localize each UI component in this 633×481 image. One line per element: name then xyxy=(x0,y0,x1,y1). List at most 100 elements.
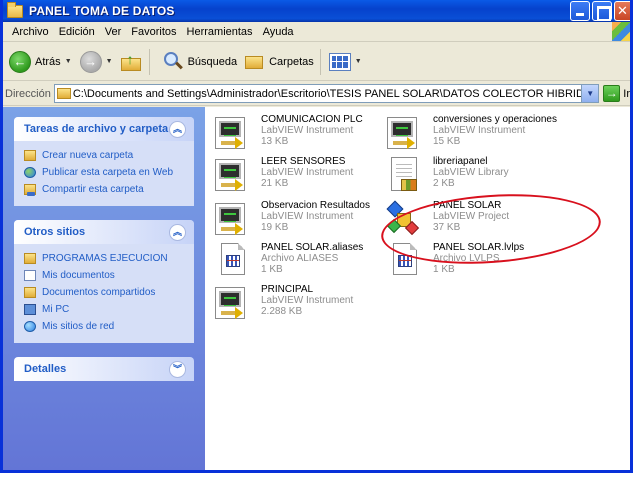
folder-icon xyxy=(24,252,36,264)
labview-library-icon xyxy=(385,155,425,195)
menu-favoritos[interactable]: Favoritos xyxy=(126,26,181,38)
place-documentos-compartidos[interactable]: Documentos compartidos xyxy=(24,284,184,300)
up-arrow-icon: ↑ xyxy=(126,50,134,67)
file-item[interactable]: libreriapanel LabVIEW Library 2 KB xyxy=(385,155,565,199)
views-button[interactable]: ▼ xyxy=(327,52,362,71)
window-title: PANEL TOMA DE DATOS xyxy=(29,4,175,18)
other-places-panel: Otros sitios ︽ PROGRAMAS EJECUCION Mis d… xyxy=(14,220,194,343)
file-name: PANEL SOLAR.aliases xyxy=(261,242,364,253)
file-type: LabVIEW Library xyxy=(433,167,509,178)
address-bar: Dirección C:\Documents and Settings\Admi… xyxy=(3,82,630,106)
search-label: Búsqueda xyxy=(187,55,238,68)
share-folder-link[interactable]: Compartir esta carpeta xyxy=(24,181,184,197)
generic-document-icon xyxy=(213,241,253,281)
place-label: Mis documentos xyxy=(42,269,115,281)
toolbar-separator xyxy=(319,48,321,75)
title-bar[interactable]: PANEL TOMA DE DATOS xyxy=(3,0,630,22)
file-size: 21 KB xyxy=(261,178,289,189)
details-title: Detalles xyxy=(24,363,67,375)
place-mis-sitios-de-red[interactable]: Mis sitios de red xyxy=(24,318,184,334)
labview-vi-icon xyxy=(385,113,425,153)
close-button[interactable] xyxy=(614,1,630,21)
labview-vi-icon xyxy=(213,155,253,195)
share-folder-icon xyxy=(24,183,36,196)
maximize-button[interactable] xyxy=(592,1,612,21)
publish-web-link[interactable]: Publicar esta carpeta en Web xyxy=(24,164,184,180)
file-tasks-panel: Tareas de archivo y carpeta ︽ Crear nuev… xyxy=(14,117,194,206)
folder-icon xyxy=(7,1,23,18)
toolbar: ← Atrás ▼ → ▼ ↑ Búsqueda Carpetas ▼ xyxy=(3,43,630,81)
file-type: Archivo ALIASES xyxy=(261,253,339,264)
new-folder-icon xyxy=(24,149,36,161)
details-panel: Detalles ︾ xyxy=(14,357,194,381)
up-folder-button[interactable]: ↑ xyxy=(120,50,143,72)
file-size: 19 KB xyxy=(261,222,289,233)
content-area: Tareas de archivo y carpeta ︽ Crear nuev… xyxy=(3,107,630,470)
file-type: LabVIEW Instrument xyxy=(433,125,526,136)
forward-dropdown-icon[interactable]: ▼ xyxy=(106,58,113,65)
file-item[interactable]: PRINCIPAL LabVIEW Instrument 2.288 KB xyxy=(213,283,393,327)
place-label: Documentos compartidos xyxy=(42,286,156,298)
collapse-chevron-icon[interactable]: ︽ xyxy=(169,120,186,138)
other-places-header[interactable]: Otros sitios ︽ xyxy=(14,220,194,244)
network-places-icon xyxy=(24,320,36,332)
file-name: PRINCIPAL xyxy=(261,284,314,295)
windows-logo-icon xyxy=(612,22,630,41)
file-size: 13 KB xyxy=(261,136,289,147)
details-header[interactable]: Detalles ︾ xyxy=(14,357,194,381)
address-field[interactable]: C:\Documents and Settings\Administrador\… xyxy=(53,84,600,103)
place-label: Mi PC xyxy=(42,303,70,315)
search-icon xyxy=(162,51,184,73)
file-name: Observacion Resultados xyxy=(261,200,370,211)
file-type: LabVIEW Instrument xyxy=(261,295,354,306)
minimize-button[interactable] xyxy=(570,1,590,21)
folders-label: Carpetas xyxy=(269,55,314,68)
toolbar-separator xyxy=(148,48,150,75)
place-label: PROGRAMAS EJECUCION xyxy=(42,252,168,264)
back-dropdown-icon[interactable]: ▼ xyxy=(65,58,72,65)
views-dropdown-icon: ▼ xyxy=(354,58,362,65)
forward-arrow-icon: → xyxy=(79,50,102,73)
expand-chevron-icon[interactable]: ︾ xyxy=(169,360,186,378)
file-type: LabVIEW Instrument xyxy=(261,211,354,222)
file-item[interactable]: conversiones y operaciones LabVIEW Instr… xyxy=(385,113,565,157)
file-tasks-body: Crear nueva carpeta Publicar esta carpet… xyxy=(14,141,194,206)
menu-edicion[interactable]: Edición xyxy=(54,26,100,38)
labview-vi-icon xyxy=(213,199,253,239)
menu-archivo[interactable]: Archivo xyxy=(7,26,54,38)
new-folder-link[interactable]: Crear nueva carpeta xyxy=(24,147,184,163)
file-item[interactable]: PANEL SOLAR.aliases Archivo ALIASES 1 KB xyxy=(213,241,393,285)
file-name: COMUNICACION PLC xyxy=(261,114,363,125)
file-item[interactable]: COMUNICACION PLC LabVIEW Instrument 13 K… xyxy=(213,113,393,157)
file-type: LabVIEW Instrument xyxy=(261,167,354,178)
search-button[interactable]: Búsqueda xyxy=(156,51,238,73)
file-size: 2 KB xyxy=(433,178,455,189)
other-places-body: PROGRAMAS EJECUCION Mis documentos Docum… xyxy=(14,244,194,343)
place-mis-documentos[interactable]: Mis documentos xyxy=(24,267,184,283)
file-name: conversiones y operaciones xyxy=(433,114,557,125)
place-label: Mis sitios de red xyxy=(42,320,115,332)
back-button[interactable]: ← Atrás ▼ xyxy=(9,50,72,73)
folder-icon xyxy=(56,88,71,99)
menu-ver[interactable]: Ver xyxy=(100,26,127,38)
address-dropdown-button[interactable]: ▼ xyxy=(581,85,599,102)
menu-ayuda[interactable]: Ayuda xyxy=(258,26,299,38)
collapse-chevron-icon[interactable]: ︽ xyxy=(169,223,186,241)
back-label: Atrás xyxy=(35,55,61,68)
share-folder-label: Compartir esta carpeta xyxy=(42,183,144,195)
forward-button[interactable]: → ▼ xyxy=(79,50,113,73)
views-icon xyxy=(328,52,351,71)
file-tasks-title: Tareas de archivo y carpeta xyxy=(24,123,169,135)
folders-button[interactable]: Carpetas xyxy=(237,53,314,71)
go-arrow-icon: → xyxy=(603,85,621,102)
address-path: C:\Documents and Settings\Administrador\… xyxy=(72,87,598,100)
file-item[interactable]: Observacion Resultados LabVIEW Instrumen… xyxy=(213,199,393,243)
file-list: COMUNICACION PLC LabVIEW Instrument 13 K… xyxy=(205,107,630,470)
place-programas-ejecucion[interactable]: PROGRAMAS EJECUCION xyxy=(24,250,184,266)
menu-herramientas[interactable]: Herramientas xyxy=(182,26,258,38)
go-button[interactable]: → Ir xyxy=(603,85,630,102)
file-item[interactable]: LEER SENSORES LabVIEW Instrument 21 KB xyxy=(213,155,393,199)
file-size: 1 KB xyxy=(261,264,283,275)
file-tasks-header[interactable]: Tareas de archivo y carpeta ︽ xyxy=(14,117,194,141)
place-mi-pc[interactable]: Mi PC xyxy=(24,301,184,317)
